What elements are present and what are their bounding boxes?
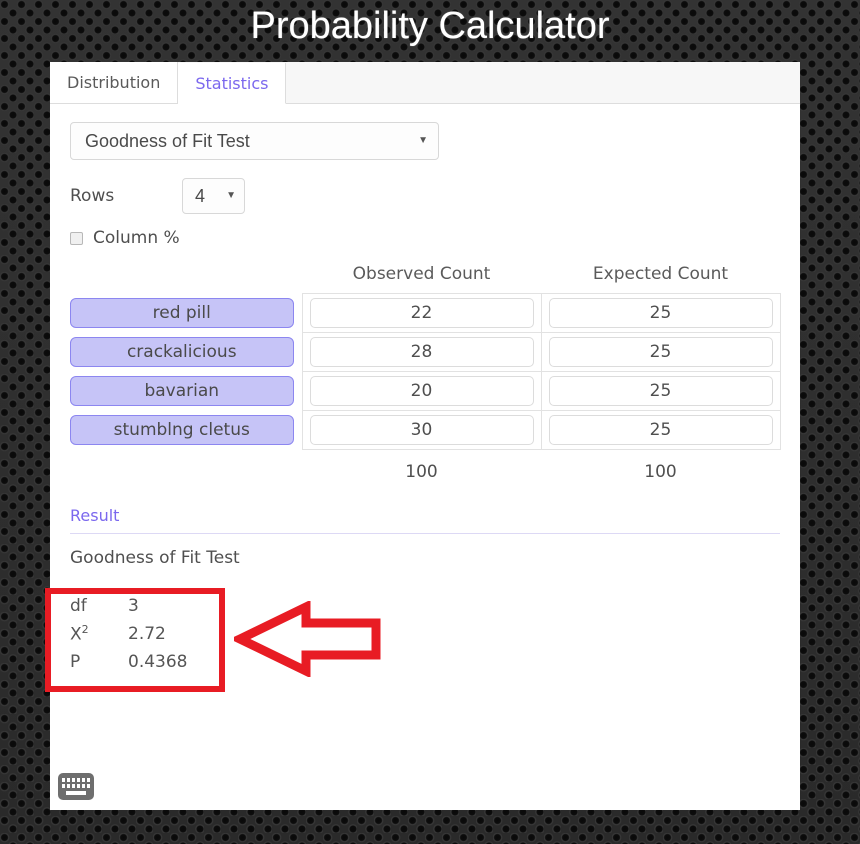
stats-key: P bbox=[70, 652, 81, 672]
expected-cell: 25 bbox=[540, 410, 781, 450]
column-percent-control: Column % bbox=[70, 226, 780, 250]
expected-total: 100 bbox=[644, 462, 677, 482]
observed-input[interactable]: 20 bbox=[309, 376, 534, 406]
expected-input[interactable]: 25 bbox=[548, 298, 773, 328]
tab-statistics-label: Statistics bbox=[195, 74, 269, 93]
calculator-card: Distribution Statistics Goodness of Fit … bbox=[50, 62, 800, 810]
observed-cell: 28 bbox=[301, 332, 542, 372]
test-type-value: Goodness of Fit Test bbox=[85, 130, 250, 151]
page-title: Probability Calculator bbox=[250, 5, 610, 47]
stats-value: 3 bbox=[128, 596, 139, 616]
expected-cell: 25 bbox=[540, 371, 781, 411]
counts-table: Observed Count Expected Count red pill 2… bbox=[70, 264, 781, 488]
stats-key: df bbox=[70, 596, 87, 616]
stats-row-chisq: X2 2.72 bbox=[70, 620, 270, 648]
test-type-select[interactable]: Goodness of Fit Test ▼ bbox=[70, 122, 439, 160]
card-body: Goodness of Fit Test ▼ Rows 4 ▼ Column %… bbox=[50, 104, 800, 810]
chevron-down-icon: ▼ bbox=[226, 190, 236, 201]
table-header-row: Observed Count Expected Count bbox=[70, 264, 780, 294]
chevron-down-icon: ▼ bbox=[418, 135, 428, 146]
stats-key-superscript: 2 bbox=[81, 623, 89, 637]
row-label-cell: red pill bbox=[70, 294, 302, 333]
observed-input[interactable]: 30 bbox=[309, 415, 534, 445]
tab-bar: Distribution Statistics bbox=[50, 62, 800, 104]
result-stats-box: df 3 X2 2.72 P 0.4368 bbox=[70, 592, 270, 676]
category-label-button[interactable]: red pill bbox=[70, 298, 294, 328]
rows-label: Rows bbox=[70, 186, 115, 206]
table-row: crackalicious 28 25 bbox=[70, 332, 781, 372]
category-label-button[interactable]: crackalicious bbox=[70, 337, 294, 367]
table-header-observed: Observed Count bbox=[352, 264, 491, 284]
stats-key-text: X bbox=[70, 624, 82, 645]
keyboard-icon-keys bbox=[62, 778, 90, 788]
observed-cell: 22 bbox=[301, 293, 542, 333]
table-header-labels bbox=[70, 264, 302, 294]
rows-select[interactable]: 4 ▼ bbox=[182, 178, 245, 214]
expected-input[interactable]: 25 bbox=[548, 376, 773, 406]
rows-value: 4 bbox=[195, 185, 206, 206]
table-row: stumblng cletus 30 25 bbox=[70, 410, 781, 450]
observed-input[interactable]: 22 bbox=[309, 298, 534, 328]
category-label-button[interactable]: bavarian bbox=[70, 376, 294, 406]
stats-value: 0.4368 bbox=[128, 652, 188, 672]
expected-input[interactable]: 25 bbox=[548, 337, 773, 367]
expected-input[interactable]: 25 bbox=[548, 415, 773, 445]
keyboard-icon-spacebar bbox=[66, 791, 86, 795]
totals-spacer bbox=[70, 450, 302, 489]
rows-control: Rows 4 ▼ bbox=[70, 178, 780, 214]
observed-cell: 20 bbox=[301, 371, 542, 411]
stats-key: X2 bbox=[70, 623, 128, 645]
table-header-expected: Expected Count bbox=[592, 264, 729, 284]
observed-cell: 30 bbox=[301, 410, 542, 450]
row-label-cell: bavarian bbox=[70, 372, 302, 411]
row-label-cell: crackalicious bbox=[70, 333, 302, 372]
keyboard-icon[interactable] bbox=[58, 773, 94, 800]
tab-distribution[interactable]: Distribution bbox=[50, 62, 179, 103]
stats-value: 2.72 bbox=[128, 624, 166, 644]
expected-cell: 25 bbox=[540, 332, 781, 372]
column-percent-label: Column % bbox=[93, 228, 180, 248]
tab-distribution-label: Distribution bbox=[67, 73, 161, 92]
tab-statistics[interactable]: Statistics bbox=[178, 63, 287, 104]
column-percent-checkbox[interactable] bbox=[70, 231, 83, 245]
result-heading: Result bbox=[70, 506, 780, 534]
table-row: bavarian 20 25 bbox=[70, 371, 781, 411]
observed-total: 100 bbox=[405, 462, 438, 482]
table-row: red pill 22 25 bbox=[70, 293, 781, 333]
expected-cell: 25 bbox=[540, 293, 781, 333]
result-subtitle: Goodness of Fit Test bbox=[70, 548, 240, 568]
category-label-button[interactable]: stumblng cletus bbox=[70, 415, 294, 445]
stats-row-df: df 3 bbox=[70, 592, 270, 620]
stats-row-p: P 0.4368 bbox=[70, 648, 270, 676]
row-label-cell: stumblng cletus bbox=[70, 411, 302, 450]
table-totals-row: 100 100 bbox=[70, 450, 780, 489]
observed-input[interactable]: 28 bbox=[309, 337, 534, 367]
